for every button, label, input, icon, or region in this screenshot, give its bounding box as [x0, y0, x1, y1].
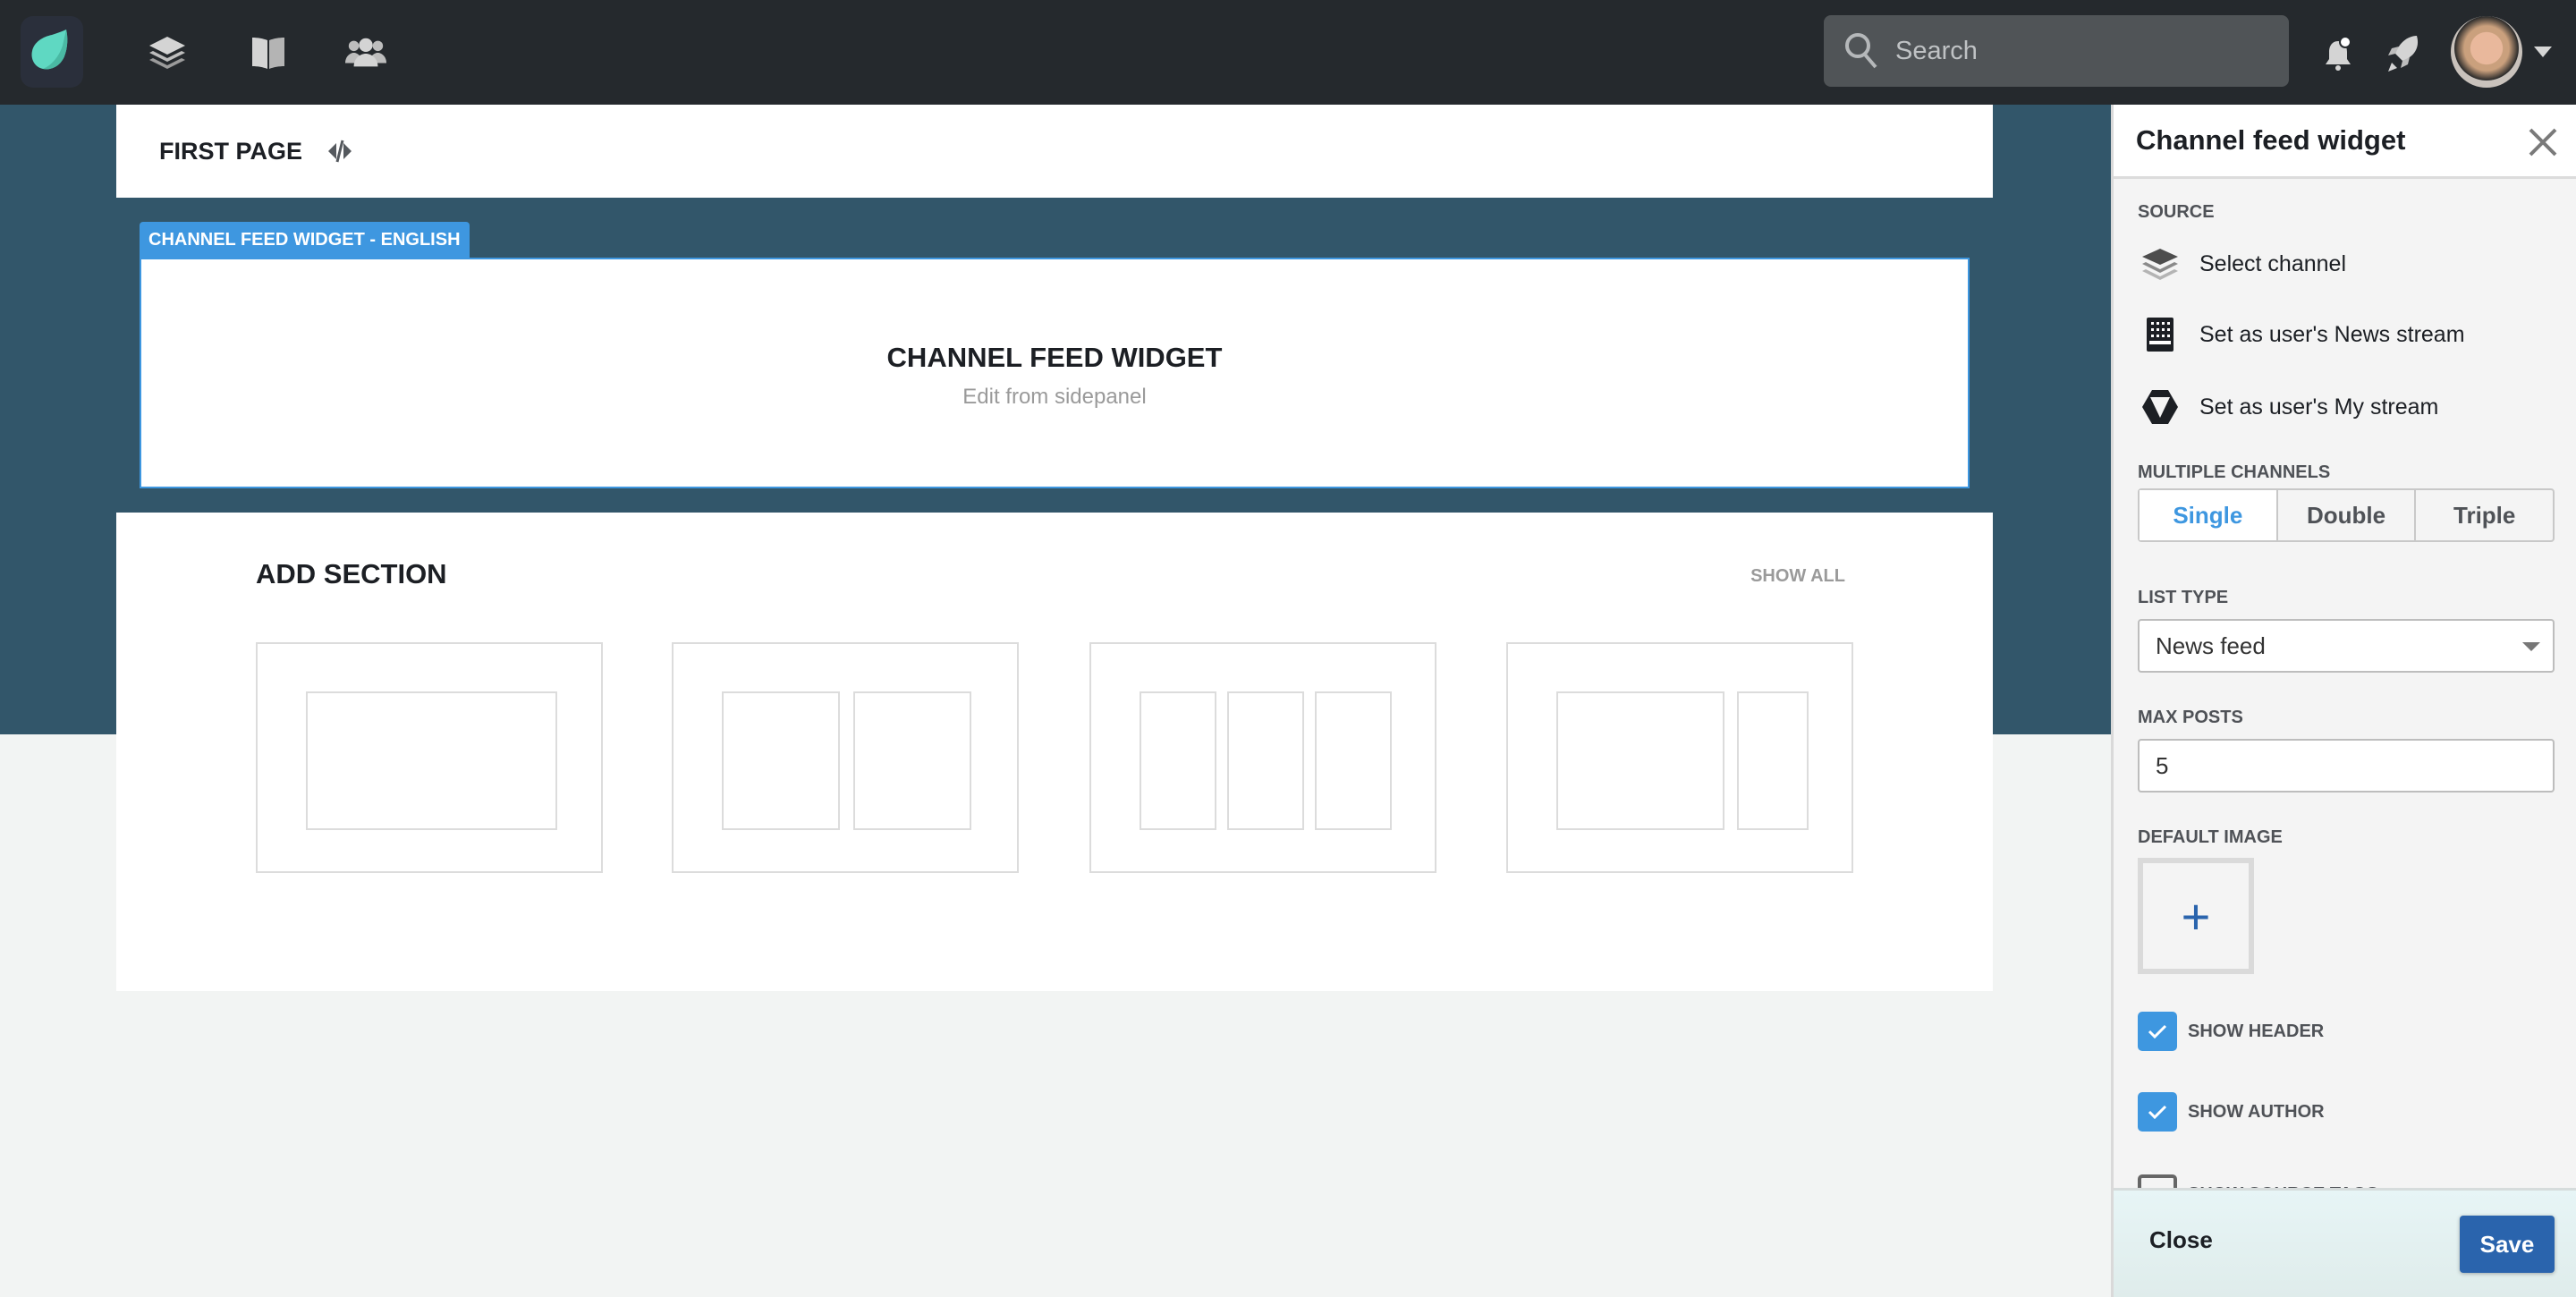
layout-column [1737, 691, 1809, 830]
layout-column [306, 691, 557, 830]
source-label-text: Select channel [2199, 250, 2347, 276]
add-image-button[interactable]: + [2138, 858, 2254, 974]
app-logo[interactable] [21, 16, 83, 88]
source-select-channel[interactable]: Select channel [2140, 248, 2346, 280]
panel-footer: Close Save [2114, 1188, 2576, 1297]
panel-title: Channel feed widget [2136, 124, 2406, 156]
widget-side-panel: Channel feed widget SOURCE Select channe… [2111, 105, 2576, 1297]
my-stream-icon [2140, 389, 2180, 425]
layout-column [853, 691, 971, 830]
max-posts-input[interactable]: 5 [2138, 739, 2555, 793]
user-avatar[interactable] [2451, 16, 2522, 88]
source-label: SOURCE [2138, 202, 2215, 222]
layout-one-column[interactable] [256, 642, 603, 873]
show-header-checkbox[interactable]: SHOW HEADER [2138, 1012, 2324, 1051]
bell-icon[interactable] [2324, 36, 2354, 76]
page-header: FIRST PAGE [116, 105, 1993, 198]
layout-column [1556, 691, 1724, 830]
layout-two-columns[interactable] [672, 642, 1019, 873]
panel-header: Channel feed widget [2114, 105, 2576, 179]
multiple-channels-label: MULTIPLE CHANNELS [2138, 462, 2331, 482]
close-button[interactable]: Close [2149, 1226, 2213, 1254]
channel-feed-widget[interactable]: CHANNEL FEED WIDGET Edit from sidepanel [140, 258, 1970, 488]
show-author-checkbox[interactable]: SHOW AUTHOR [2138, 1092, 2325, 1132]
source-news-stream[interactable]: Set as user's News stream [2140, 317, 2465, 352]
search-bar[interactable] [1824, 15, 2289, 87]
max-posts-value: 5 [2156, 751, 2169, 779]
default-image-label: DEFAULT IMAGE [2138, 827, 2283, 847]
close-icon[interactable] [2527, 126, 2559, 158]
building-icon [2140, 317, 2180, 352]
layout-three-columns[interactable] [1089, 642, 1436, 873]
show-all-link[interactable]: SHOW ALL [1750, 566, 1845, 587]
source-label-text: Set as user's My stream [2199, 394, 2439, 420]
channels-layers-icon[interactable] [147, 32, 188, 73]
option-double[interactable]: Double [2275, 490, 2415, 540]
search-input[interactable] [1895, 36, 2253, 66]
list-type-select[interactable]: News feed [2138, 619, 2555, 673]
chevron-down-icon [2522, 642, 2540, 651]
book-icon[interactable] [248, 32, 289, 73]
layers-icon [2140, 248, 2180, 280]
add-section-title: ADD SECTION [256, 558, 447, 589]
save-button[interactable]: Save [2460, 1216, 2555, 1273]
layout-wide-narrow[interactable] [1506, 642, 1853, 873]
layout-column [1227, 691, 1304, 830]
source-label-text: Set as user's News stream [2199, 321, 2465, 347]
max-posts-label: MAX POSTS [2138, 708, 2243, 727]
checkbox-checked-icon [2138, 1092, 2177, 1132]
layout-column [1140, 691, 1216, 830]
add-section-panel: ADD SECTION SHOW ALL [116, 513, 1993, 991]
widget-language-tag[interactable]: CHANNEL FEED WIDGET - ENGLISH [140, 222, 470, 258]
plus-icon: + [2181, 887, 2211, 945]
option-single[interactable]: Single [2140, 490, 2276, 540]
page-title: FIRST PAGE [159, 137, 303, 165]
option-triple[interactable]: Triple [2414, 490, 2553, 540]
checkbox-label: SHOW AUTHOR [2188, 1101, 2325, 1122]
visibility-toggle-icon[interactable] [327, 139, 352, 164]
people-icon[interactable] [345, 32, 386, 73]
source-my-stream[interactable]: Set as user's My stream [2140, 389, 2438, 425]
rocket-icon[interactable] [2385, 34, 2420, 78]
search-icon [1845, 33, 1877, 69]
layout-column [1315, 691, 1392, 830]
list-type-label: LIST TYPE [2138, 588, 2229, 607]
chevron-down-icon[interactable] [2534, 47, 2552, 57]
widget-title: CHANNEL FEED WIDGET [886, 342, 1223, 373]
layout-column [722, 691, 840, 830]
widget-subtitle: Edit from sidepanel [962, 385, 1147, 409]
list-type-value: News feed [2156, 632, 2266, 659]
checkbox-label: SHOW HEADER [2188, 1021, 2325, 1041]
checkbox-checked-icon [2138, 1012, 2177, 1051]
multiple-channels-toggle: Single Double Triple [2138, 488, 2555, 542]
